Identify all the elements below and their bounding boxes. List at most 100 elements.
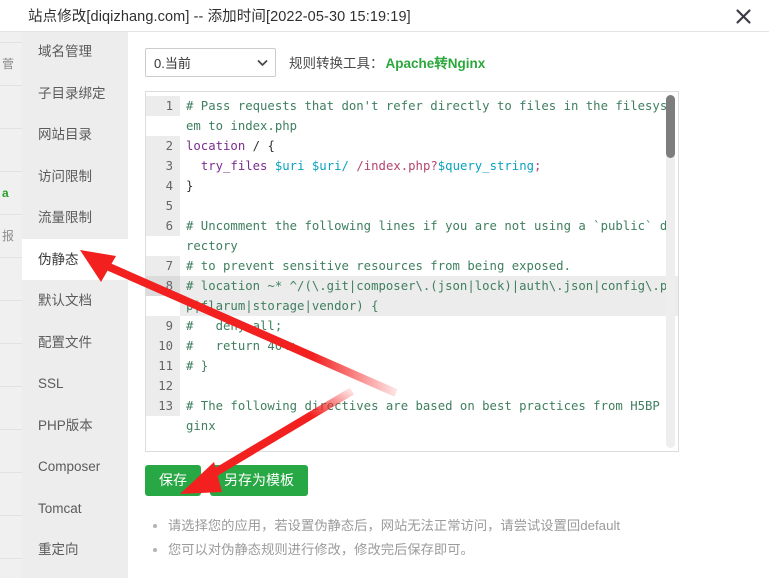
sidebar-item-4[interactable]: 流量限制: [22, 197, 128, 239]
code-token: location: [186, 139, 246, 153]
sidebar-item-label: 访问限制: [38, 168, 92, 184]
rewrite-rules-panel: 0.当前 规则转换工具： Apache转Nginx 1 # Pass reques…: [128, 31, 769, 578]
sidebar-item-1[interactable]: 子目录绑定: [22, 73, 128, 115]
sidebar-item-label: 重定向: [38, 542, 79, 557]
background-row: [0, 516, 22, 559]
line-number: 6: [146, 216, 180, 236]
code-line-text: }: [180, 176, 678, 196]
editor-vertical-scrollbar[interactable]: [666, 95, 675, 448]
sidebar-item-12[interactable]: 重定向: [22, 529, 128, 571]
help-note: 您可以对伪静态规则进行修改，修改完后保存即可。: [151, 538, 753, 562]
code-token: # to prevent sensitive resources from be…: [186, 259, 571, 273]
sidebar-item-label: 流量限制: [38, 210, 92, 225]
save-button[interactable]: 保存: [145, 465, 201, 496]
code-line-text: location / {: [180, 136, 678, 156]
rewrite-preset-value: 0.当前: [154, 55, 191, 71]
sidebar-item-2[interactable]: 网站目录: [22, 114, 128, 156]
sidebar-item-label: Tomcat: [38, 500, 82, 516]
background-row: a: [0, 172, 22, 215]
code-line-text: # to prevent sensitive resources from be…: [180, 256, 678, 276]
code-token: $query_string: [437, 159, 535, 173]
line-number: 4: [146, 176, 180, 196]
background-row: [0, 430, 22, 473]
code-token: }: [186, 179, 194, 193]
line-number: 8: [146, 276, 180, 296]
chevron-down-icon: [257, 57, 268, 68]
rewrite-preset-select[interactable]: 0.当前: [145, 47, 276, 77]
line-number: 9: [146, 316, 180, 336]
sidebar-item-8[interactable]: SSL: [22, 363, 128, 405]
window-title: 站点修改[diqizhang.com] -- 添加时间[2022-05-30 1…: [28, 9, 411, 25]
code-token: # location ~* ^/(\.git|composer\.(json|l…: [186, 279, 675, 313]
line-number: 11: [146, 356, 180, 376]
window-titlebar: 站点修改[diqizhang.com] -- 添加时间[2022-05-30 1…: [0, 0, 769, 32]
converter-label: 规则转换工具：: [289, 56, 384, 71]
sidebar-item-label: 子目录绑定: [38, 85, 106, 101]
code-token: $uri: [274, 159, 305, 173]
action-buttons: 保存 另存为模板: [145, 465, 753, 496]
editor-scrollbar-thumb[interactable]: [666, 95, 675, 158]
code-line: 2 location / {: [146, 136, 678, 156]
code-token: try_files: [200, 159, 268, 173]
sidebar-item-0[interactable]: 域名管理: [22, 31, 128, 73]
sidebar-item-label: 配置文件: [38, 334, 92, 350]
help-note: 请选择您的应用，若设置伪静态后，网站无法正常访问，请尝试设置回default: [151, 514, 753, 538]
rewrite-code-editor[interactable]: 1 # Pass requests that don't refer direct…: [145, 91, 679, 452]
code-line: 13 # The following directives are based o…: [146, 396, 678, 436]
background-row: 菅: [0, 43, 22, 86]
code-token: # }: [186, 359, 209, 373]
sidebar-item-13[interactable]: 反向代理: [22, 571, 128, 578]
code-line-text: # return 404;: [180, 336, 678, 356]
line-number: 3: [146, 156, 180, 176]
code-token: ;: [534, 159, 542, 173]
code-line-text: # Uncomment the following lines if you a…: [180, 216, 678, 256]
help-notes: 请选择您的应用，若设置伪静态后，网站无法正常访问，请尝试设置回default 您可…: [145, 514, 753, 562]
sidebar-item-6[interactable]: 默认文档: [22, 280, 128, 322]
code-line-text: try_files $uri $uri/ /index.php?$query_s…: [180, 156, 678, 176]
line-number: 5: [146, 196, 180, 216]
code-line-text: # Pass requests that don't refer directl…: [180, 96, 678, 136]
sidebar-item-label: Composer: [38, 459, 101, 474]
code-token: # Pass requests that don't refer directl…: [186, 99, 675, 133]
code-line: 4}: [146, 176, 678, 196]
sidebar-item-label: 网站目录: [38, 127, 92, 142]
rewrite-toolbar: 0.当前 规则转换工具： Apache转Nginx: [145, 47, 753, 77]
code-token: $uri/: [311, 159, 349, 173]
apache-to-nginx-link[interactable]: Apache转Nginx: [386, 52, 486, 72]
sidebar-item-3[interactable]: 访问限制: [22, 156, 128, 198]
sidebar-item-9[interactable]: PHP版本: [22, 405, 128, 447]
background-row: 报: [0, 215, 22, 258]
background-row: [0, 86, 22, 129]
line-number: 13: [146, 396, 180, 416]
line-number: 2: [146, 136, 180, 156]
sidebar-item-label: 伪静态: [38, 251, 79, 267]
code-line-text: [180, 196, 678, 216]
sidebar-item-7[interactable]: 配置文件: [22, 322, 128, 364]
save-as-template-button[interactable]: 另存为模板: [210, 465, 308, 496]
code-line-text: # location ~* ^/(\.git|composer\.(json|l…: [180, 276, 678, 316]
background-row: [0, 387, 22, 430]
code-token: /index.php?: [356, 159, 438, 173]
code-line: 9 # deny all;: [146, 316, 678, 336]
sidebar-item-11[interactable]: Tomcat: [22, 488, 128, 530]
code-token: # The following directives are based on …: [186, 399, 675, 433]
sidebar-item-label: 默认文档: [38, 293, 92, 308]
sidebar-item-5[interactable]: 伪静态: [22, 238, 128, 280]
code-token: # Uncomment the following lines if you a…: [186, 219, 675, 253]
code-line: 10 # return 404;: [146, 336, 678, 356]
code-line: 3 try_files $uri $uri/ /index.php?$query…: [146, 156, 678, 176]
sidebar-item-10[interactable]: Composer: [22, 446, 128, 488]
sidebar-item-label: PHP版本: [38, 417, 93, 433]
code-line: 7 # to prevent sensitive resources from b…: [146, 256, 678, 276]
code-token: # return 404;: [186, 339, 298, 353]
code-line-text: # }: [180, 356, 678, 376]
line-number: 12: [146, 376, 180, 396]
code-token: # deny all;: [186, 319, 283, 333]
line-number: 10: [146, 336, 180, 356]
background-row: [0, 473, 22, 516]
close-icon[interactable]: [731, 4, 755, 28]
code-lines: 1 # Pass requests that don't refer direct…: [146, 96, 678, 436]
